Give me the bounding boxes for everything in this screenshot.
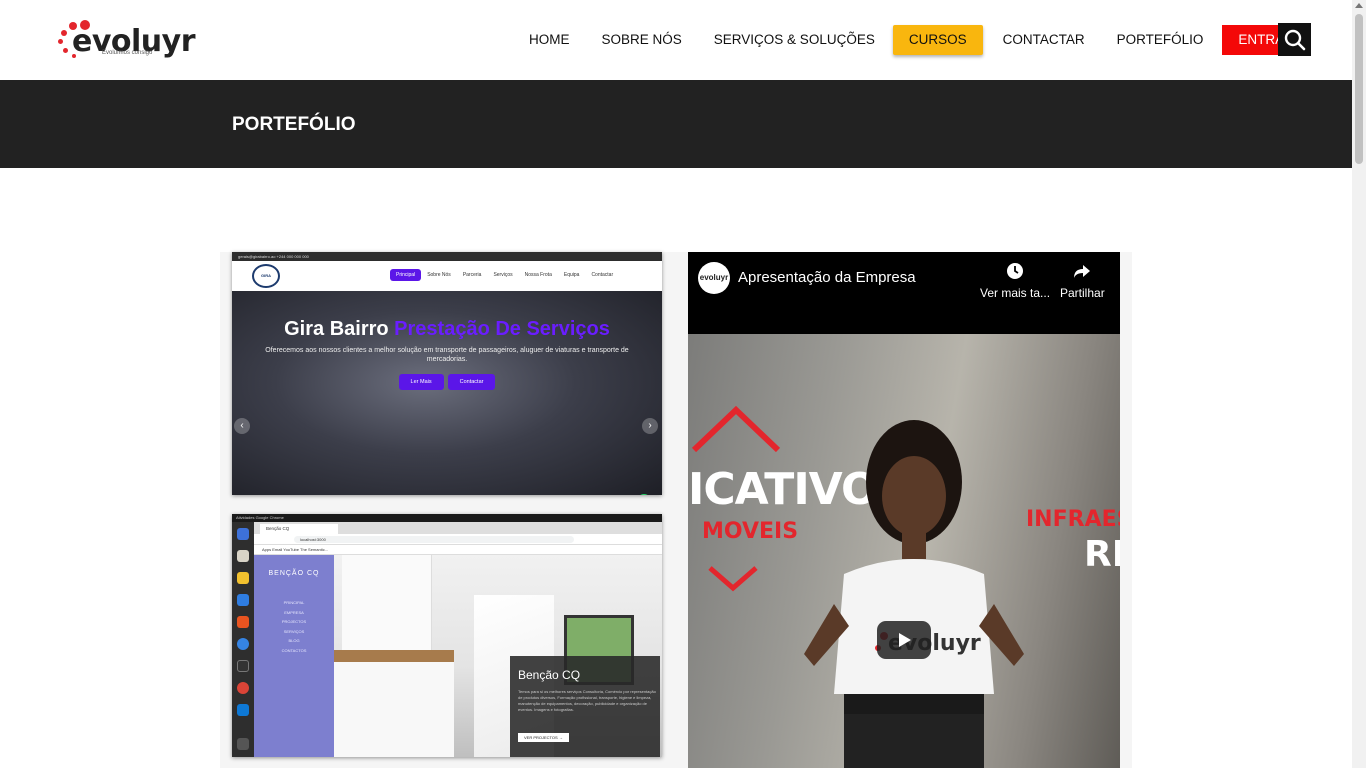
dock-app-icon — [237, 572, 249, 584]
mock-logo: GIRA BAIRRO — [252, 264, 280, 298]
mock-subtitle: Oferecemos aos nossos clientes a melhor … — [265, 347, 629, 363]
video-title-bar: evoluyr Apresentação da Empresa Ver mais… — [688, 252, 1120, 334]
nav-sobre-nos[interactable]: SOBRE NÓS — [586, 25, 698, 55]
mock-site-title: BENÇÃO CQ — [268, 570, 320, 577]
nav-cursos[interactable]: CURSOS — [892, 25, 983, 55]
kitchen-cabinet — [334, 662, 454, 757]
nav-contactar[interactable]: CONTACTAR — [987, 25, 1101, 55]
chevron-right-icon: › — [642, 418, 658, 434]
video-overlay-text: INFRAES — [1026, 507, 1120, 532]
page-scrollbar[interactable] — [1352, 0, 1366, 768]
chevron-left-icon: ‹ — [234, 418, 250, 434]
share-button[interactable]: Partilhar — [1060, 262, 1105, 300]
mock-menu-item: Equipa — [563, 272, 580, 278]
logo-dot — [63, 48, 68, 53]
evoluyr-logo[interactable]: evoluyr Evoluímos consigo — [58, 20, 196, 60]
company-video-player[interactable]: ICATIVOS MOVEIS INFRAES RE evoluyr evolu… — [688, 252, 1120, 768]
mock-side-item: EMPRESA — [284, 609, 304, 615]
page-banner: PORTEFÓLIO — [0, 80, 1352, 168]
mock-button: Ler Mais — [398, 374, 444, 390]
video-title[interactable]: Apresentação da Empresa — [738, 269, 916, 286]
dock-app-icon — [237, 682, 249, 694]
dock-app-icon — [237, 528, 249, 540]
play-icon — [899, 633, 911, 647]
mock-side-item: PROJECTOS — [281, 619, 307, 624]
dock-app-icon — [237, 594, 249, 606]
mock-buttons: Ler Mais Contactar — [232, 374, 662, 390]
share-icon — [1074, 265, 1091, 278]
site-header: evoluyr Evoluímos consigo HOME SOBRE NÓS… — [0, 0, 1352, 80]
mock-navbar: GIRA BAIRRO Principal Sobre Nós Parceria… — [232, 261, 662, 298]
mock-side-item: CONTACTOS — [281, 647, 307, 653]
presenter-figure: evoluyr — [804, 420, 1024, 768]
logo-dot — [58, 39, 63, 44]
kitchen-counter — [334, 650, 454, 662]
nav-home[interactable]: HOME — [513, 25, 586, 55]
mock-bookmarks: Apps Email YouTube The Semantic... — [254, 545, 662, 555]
page-title: PORTEFÓLIO — [232, 114, 356, 135]
mock-headline-white: Gira Bairro — [284, 318, 389, 340]
mock-menu-item: Parceria — [462, 272, 482, 278]
clock-icon — [1007, 263, 1024, 279]
mock-card-title: Benção CQ — [518, 668, 581, 682]
red-chevron-down-icon — [708, 566, 758, 592]
nav-portefolio[interactable]: PORTEFÓLIO — [1101, 25, 1220, 55]
mock-headline: Gira Bairro Prestação De Serviços — [232, 318, 662, 341]
mock-menu-item: Contactar — [591, 272, 614, 278]
main-nav: HOME SOBRE NÓS SERVIÇOS & SOLUÇÕES CURSO… — [513, 24, 1310, 56]
mock-side-item: PRINCIPAL — [283, 600, 305, 605]
mock-url: localhost:3000 — [294, 536, 574, 543]
whatsapp-icon — [637, 494, 651, 495]
mock-os-topbar: Atividades Google Chrome — [232, 514, 662, 522]
share-label: Partilhar — [1060, 286, 1105, 300]
dock-app-icon — [237, 638, 249, 650]
mock-topbar: gerais@girabairro.ao +244 000 000 000 — [232, 252, 662, 261]
watch-later-label: Ver mais ta... — [980, 286, 1051, 300]
mock-card-text: Temos para si os melhores serviços Consu… — [518, 689, 656, 712]
logo-tagline: Evoluímos consigo — [102, 50, 153, 56]
mock-menu-item: Nossa Frota — [524, 272, 552, 278]
dock-app-icon — [237, 550, 249, 562]
scroll-thumb[interactable] — [1355, 14, 1363, 164]
play-button[interactable] — [877, 621, 931, 659]
mock-menu: Principal Sobre Nós Parceria Serviços No… — [390, 269, 619, 281]
dock-app-icon — [237, 660, 249, 672]
dock-app-icon — [237, 704, 249, 716]
mock-menu-item: Sobre Nós — [427, 272, 451, 278]
mock-browser-tabs: Benção CQ — [254, 522, 662, 534]
video-overlay-text: RE — [1084, 534, 1120, 575]
scroll-up-icon[interactable] — [1355, 3, 1363, 8]
mock-headline-purple: Prestação De Serviços — [394, 318, 610, 340]
dock-app-icon — [237, 738, 249, 750]
mock-side-item: BLOG — [288, 638, 300, 643]
mock-menu-item: Principal — [390, 269, 422, 281]
watch-later-button[interactable]: Ver mais ta... — [980, 262, 1050, 300]
mock-info-card: Benção CQ Temos para si os melhores serv… — [510, 656, 660, 757]
portfolio-item-bencao-cq[interactable]: Atividades Google Chrome Benção CQ local… — [232, 514, 662, 757]
mock-side-menu: PRINCIPAL EMPRESA PROJECTOS SERVIÇOS BLO… — [254, 598, 334, 655]
logo-dot — [61, 30, 67, 36]
portfolio-item-gira-bairro[interactable]: gerais@girabairro.ao +244 000 000 000 GI… — [232, 252, 662, 495]
video-overlay-text: MOVEIS — [702, 519, 799, 544]
mock-sidebar: BENÇÃO CQ PRINCIPAL EMPRESA PROJECTOS SE… — [254, 555, 334, 757]
mock-card-button: VER PROJECTOS → — [518, 733, 569, 742]
video-thumbnail: ICATIVOS MOVEIS INFRAES RE evoluyr — [688, 334, 1120, 768]
nav-servicos-solucoes[interactable]: SERVIÇOS & SOLUÇÕES — [698, 25, 891, 55]
mock-menu-item: Serviços — [493, 272, 513, 278]
search-button[interactable] — [1278, 23, 1311, 56]
search-icon — [1284, 29, 1305, 50]
red-chevron-up-icon — [692, 406, 781, 453]
mock-kitchen-image: Benção CQ Temos para si os melhores serv… — [334, 555, 662, 757]
mock-button: Contactar — [447, 374, 496, 390]
mock-dock — [232, 522, 254, 757]
mock-tab: Benção CQ — [260, 524, 338, 534]
mock-side-item: SERVIÇOS — [283, 628, 305, 634]
mock-url-bar: localhost:3000 — [254, 534, 662, 545]
channel-avatar[interactable]: evoluyr — [698, 262, 730, 294]
dock-app-icon — [237, 616, 249, 628]
kitchen-cabinet — [342, 555, 432, 650]
